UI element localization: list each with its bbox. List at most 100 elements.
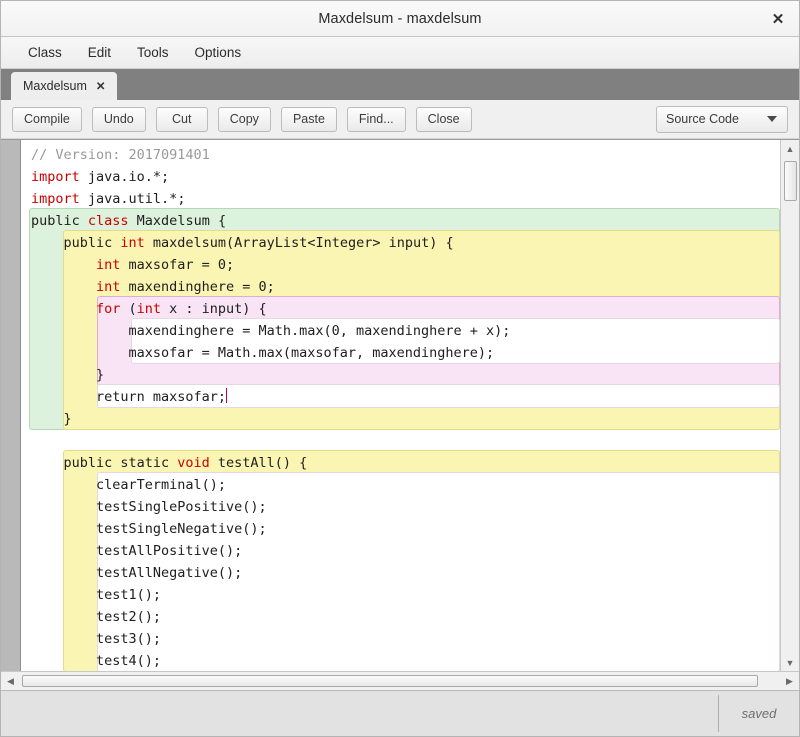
- code-line: test2();: [21, 606, 780, 628]
- code-line: testAllNegative();: [21, 562, 780, 584]
- code-text: testAllPositive();: [95, 543, 243, 559]
- undo-button[interactable]: Undo: [91, 106, 146, 132]
- copy-button[interactable]: Copy: [217, 106, 271, 132]
- code-line: clearTerminal();: [21, 474, 780, 496]
- code-text: test1();: [95, 587, 161, 603]
- paste-button[interactable]: Paste: [280, 106, 337, 132]
- menu-bar: Class Edit Tools Options: [1, 37, 799, 69]
- editor-area: // Version: 2017091401 import java.io.*; i…: [1, 139, 799, 690]
- code-line: return maxsofar;: [21, 386, 780, 408]
- code-text: maxsofar = Math.max(maxsofar, maxendingh…: [128, 345, 495, 361]
- code-keyword: class: [87, 213, 129, 229]
- scroll-down-icon[interactable]: ▼: [781, 654, 799, 671]
- code-line: }: [21, 364, 780, 386]
- code-line: int maxsofar = 0;: [21, 254, 780, 276]
- code-line: testSinglePositive();: [21, 496, 780, 518]
- code-keyword: void: [177, 455, 210, 471]
- editor-gutter[interactable]: [1, 140, 21, 671]
- scroll-up-icon[interactable]: ▲: [781, 140, 799, 157]
- code-line: // Version: 2017091401: [21, 144, 780, 166]
- code-text: test4();: [95, 653, 161, 669]
- chevron-down-icon: [767, 116, 777, 122]
- code-text: testSinglePositive();: [95, 499, 267, 515]
- code-line: maxendinghere = Math.max(0, maxendingher…: [21, 320, 780, 342]
- tab-label: Maxdelsum: [23, 79, 87, 93]
- horizontal-scrollbar[interactable]: ◀ ▶: [1, 671, 799, 690]
- horizontal-scroll-thumb[interactable]: [22, 675, 758, 687]
- menu-item-tools[interactable]: Tools: [124, 42, 182, 63]
- code-line: testAllPositive();: [21, 540, 780, 562]
- code-text: maxsofar = 0;: [120, 257, 235, 273]
- code-line: }: [21, 408, 780, 430]
- window-title: Maxdelsum - maxdelsum: [318, 10, 482, 27]
- code-keyword: int: [95, 257, 121, 273]
- code-text: testAllNegative();: [95, 565, 243, 581]
- code-text: public: [63, 235, 121, 251]
- code-line: public int maxdelsum(ArrayList<Integer> …: [21, 232, 780, 254]
- code-text: test2();: [95, 609, 161, 625]
- code-keyword: import: [31, 191, 80, 207]
- code-line: test3();: [21, 628, 780, 650]
- code-keyword: import: [31, 169, 80, 185]
- code-line: test4();: [21, 650, 780, 671]
- code-text: return maxsofar;: [95, 389, 226, 405]
- code-text: }: [95, 367, 105, 383]
- code-text: java.util.*;: [79, 191, 186, 207]
- code-text: java.io.*;: [79, 169, 170, 185]
- title-bar: Maxdelsum - maxdelsum ✕: [1, 1, 799, 37]
- code-line: for (int x : input) {: [21, 298, 780, 320]
- tab-maxdelsum[interactable]: Maxdelsum ✕: [11, 72, 117, 100]
- bluej-editor-window: Maxdelsum - maxdelsum ✕ Class Edit Tools…: [0, 0, 800, 737]
- code-line: test1();: [21, 584, 780, 606]
- code-text: maxendinghere = Math.max(0, maxendingher…: [128, 323, 511, 339]
- code-text-area[interactable]: // Version: 2017091401 import java.io.*; i…: [21, 140, 780, 671]
- close-button[interactable]: Close: [415, 106, 472, 132]
- code-keyword: int: [120, 235, 145, 251]
- tab-bar: Maxdelsum ✕: [1, 69, 799, 100]
- code-text: testSingleNegative();: [95, 521, 267, 537]
- code-text: public static: [63, 455, 178, 471]
- text-cursor: [226, 388, 227, 403]
- code-text: maxendinghere = 0;: [120, 279, 275, 295]
- toolbar: Compile Undo Cut Copy Paste Find... Clos…: [1, 100, 799, 139]
- compile-button[interactable]: Compile: [12, 106, 82, 132]
- scroll-left-icon[interactable]: ◀: [1, 672, 20, 690]
- horizontal-scroll-track[interactable]: [20, 672, 780, 690]
- code-text: }: [63, 411, 72, 427]
- vertical-scrollbar[interactable]: ▲ ▼: [780, 140, 799, 671]
- status-bar: saved: [1, 690, 799, 736]
- scroll-right-icon[interactable]: ▶: [780, 672, 799, 690]
- code-line: import java.util.*;: [21, 188, 780, 210]
- vertical-scroll-thumb[interactable]: [784, 161, 797, 201]
- code-text: public: [31, 213, 88, 229]
- menu-item-class[interactable]: Class: [15, 42, 75, 63]
- find-button[interactable]: Find...: [346, 106, 406, 132]
- code-text: x : input) {: [161, 301, 267, 317]
- editor-row: // Version: 2017091401 import java.io.*; i…: [1, 140, 799, 671]
- code-comment: // Version: 2017091401: [31, 147, 210, 163]
- code-keyword: int: [95, 279, 121, 295]
- cut-button[interactable]: Cut: [155, 106, 208, 132]
- code-text: clearTerminal();: [95, 477, 226, 493]
- code-line: maxsofar = Math.max(maxsofar, maxendingh…: [21, 342, 780, 364]
- tab-close-icon[interactable]: ✕: [96, 79, 106, 93]
- vertical-scroll-track[interactable]: [781, 157, 799, 654]
- code-line: import java.io.*;: [21, 166, 780, 188]
- code-line: int maxendinghere = 0;: [21, 276, 780, 298]
- code-text: test3();: [95, 631, 161, 647]
- code-text: testAll() {: [209, 455, 308, 471]
- code-keyword: for: [95, 301, 121, 317]
- code-keyword: int: [136, 301, 161, 317]
- save-status-label: saved: [741, 706, 777, 721]
- view-mode-select[interactable]: Source Code: [656, 105, 788, 133]
- code-line: testSingleNegative();: [21, 518, 780, 540]
- code-line: public class Maxdelsum {: [21, 210, 780, 232]
- close-icon[interactable]: ✕: [757, 1, 799, 36]
- menu-item-edit[interactable]: Edit: [75, 42, 124, 63]
- code-text: maxdelsum(ArrayList<Integer> input) {: [144, 235, 454, 251]
- menu-item-options[interactable]: Options: [182, 42, 255, 63]
- code-text: (: [120, 301, 137, 317]
- view-mode-value: Source Code: [666, 112, 739, 126]
- code-text: Maxdelsum {: [128, 213, 227, 229]
